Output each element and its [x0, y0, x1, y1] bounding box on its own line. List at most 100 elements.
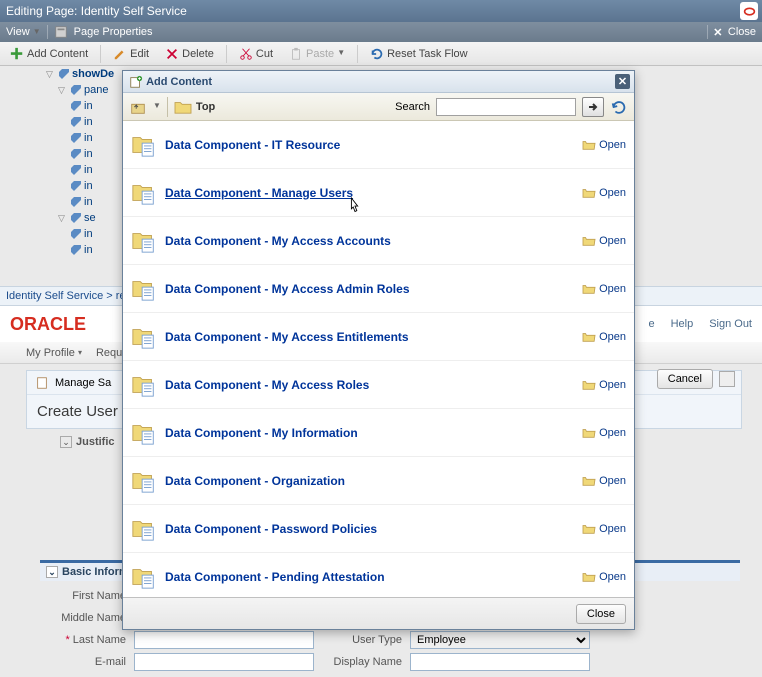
panel-tab[interactable]: Manage Sa: [55, 377, 111, 389]
tag-icon: [70, 196, 82, 208]
component-row[interactable]: Data Component - Manage Users Open: [123, 169, 634, 217]
search-input[interactable]: [436, 98, 576, 116]
pencil-icon: [113, 47, 127, 61]
search-go-button[interactable]: [582, 97, 604, 117]
tree-node[interactable]: in: [46, 226, 128, 242]
scroll-up-icon[interactable]: [719, 371, 735, 387]
component-row[interactable]: Data Component - My Access Admin Roles Op…: [123, 265, 634, 313]
plus-icon: [10, 47, 24, 61]
reset-task-flow-button[interactable]: Reset Task Flow: [364, 45, 474, 63]
folder-icon: [174, 99, 192, 115]
dialog-close-button[interactable]: ✕: [615, 74, 630, 89]
tag-icon: [70, 84, 82, 96]
dialog-footer: Close: [123, 597, 634, 629]
display-name-label: Display Name: [322, 656, 402, 668]
component-row[interactable]: Data Component - My Access Entitlements O…: [123, 313, 634, 361]
header-link[interactable]: e: [648, 318, 654, 330]
folder-open-icon: [582, 139, 596, 151]
dialog-close-footer-button[interactable]: Close: [576, 604, 626, 624]
folder-open-icon: [582, 427, 596, 439]
open-link[interactable]: Open: [582, 139, 626, 151]
email-label: E-mail: [46, 656, 126, 668]
tree-node-root[interactable]: ▽showDe: [46, 66, 128, 82]
folder-document-icon: [131, 228, 157, 254]
open-link[interactable]: Open: [582, 235, 626, 247]
component-name[interactable]: Data Component - My Access Admin Roles: [165, 282, 410, 296]
component-row[interactable]: Data Component - Password Policies Open: [123, 505, 634, 553]
user-type-select[interactable]: Employee: [410, 631, 590, 649]
close-icon: ✕: [712, 26, 724, 38]
history-dropdown[interactable]: ▼: [153, 101, 161, 110]
help-link[interactable]: Help: [671, 318, 694, 330]
edit-button[interactable]: Edit: [107, 45, 155, 63]
cancel-button[interactable]: Cancel: [657, 369, 713, 389]
open-link[interactable]: Open: [582, 427, 626, 439]
open-link[interactable]: Open: [582, 187, 626, 199]
component-row[interactable]: Data Component - My Access Roles Open: [123, 361, 634, 409]
delete-button[interactable]: Delete: [159, 45, 220, 63]
dialog-toolbar: ▼ Top Search: [123, 93, 634, 121]
email-field[interactable]: [134, 653, 314, 671]
close-editor-button[interactable]: Close: [728, 26, 756, 38]
tree-node[interactable]: ▽se: [46, 210, 128, 226]
component-name[interactable]: Data Component - My Access Entitlements: [165, 330, 409, 344]
component-row[interactable]: Data Component - My Information Open: [123, 409, 634, 457]
tree-node[interactable]: in: [46, 98, 128, 114]
component-name[interactable]: Data Component - Password Policies: [165, 522, 377, 536]
open-link[interactable]: Open: [582, 379, 626, 391]
my-profile-menu[interactable]: My Profile ▾: [26, 347, 82, 359]
open-link[interactable]: Open: [582, 283, 626, 295]
tag-icon: [70, 212, 82, 224]
tree-node[interactable]: in: [46, 130, 128, 146]
delete-icon: [165, 47, 179, 61]
open-link[interactable]: Open: [582, 475, 626, 487]
justification-collapse[interactable]: ⌄ Justific: [60, 436, 115, 448]
paste-button[interactable]: Paste ▼: [283, 45, 351, 63]
component-list[interactable]: Data Component - IT ResourceOpenData Com…: [123, 121, 634, 597]
tree-node[interactable]: ▽pane: [46, 82, 128, 98]
tag-icon: [70, 132, 82, 144]
component-name[interactable]: Data Component - Pending Attestation: [165, 570, 385, 584]
component-row[interactable]: Data Component - Organization Open: [123, 457, 634, 505]
add-content-button[interactable]: Add Content: [4, 45, 94, 63]
tree-node[interactable]: in: [46, 162, 128, 178]
tag-icon: [58, 68, 70, 80]
component-name[interactable]: Data Component - My Information: [165, 426, 358, 440]
tree-node[interactable]: in: [46, 194, 128, 210]
component-name[interactable]: Data Component - My Access Accounts: [165, 234, 391, 248]
last-name-field[interactable]: [134, 631, 314, 649]
component-name[interactable]: Data Component - Manage Users: [165, 186, 353, 200]
component-name[interactable]: Data Component - My Access Roles: [165, 378, 369, 392]
tree-node[interactable]: in: [46, 242, 128, 258]
clipboard-icon: [289, 47, 303, 61]
up-folder-icon[interactable]: [129, 98, 147, 116]
folder-document-icon: [131, 132, 157, 158]
tag-icon: [70, 116, 82, 128]
open-link[interactable]: Open: [582, 571, 626, 583]
component-row[interactable]: Data Component - My Access Accounts Open: [123, 217, 634, 265]
component-name[interactable]: Data Component - IT Resource: [165, 138, 340, 152]
sign-out-link[interactable]: Sign Out: [709, 318, 752, 330]
component-name[interactable]: Data Component - Organization: [165, 474, 345, 488]
display-name-field[interactable]: [410, 653, 590, 671]
folder-open-icon: [582, 475, 596, 487]
dialog-title-bar: Add Content ✕: [123, 71, 634, 93]
folder-open-icon: [582, 331, 596, 343]
folder-document-icon: [131, 276, 157, 302]
tree-node[interactable]: in: [46, 146, 128, 162]
tree-node[interactable]: in: [46, 178, 128, 194]
component-row[interactable]: Data Component - Pending Attestation Open: [123, 553, 634, 597]
open-link[interactable]: Open: [582, 331, 626, 343]
cut-button[interactable]: Cut: [233, 45, 279, 63]
refresh-icon[interactable]: [610, 98, 628, 116]
open-link[interactable]: Open: [582, 523, 626, 535]
breadcrumb-top[interactable]: Top: [174, 99, 215, 115]
folder-open-icon: [582, 523, 596, 535]
breadcrumb-link[interactable]: Identity Self Service: [6, 290, 103, 302]
requests-menu[interactable]: Requ: [96, 347, 122, 359]
component-row[interactable]: Data Component - IT Resource Open: [123, 121, 634, 169]
view-bar: View ▼ Page Properties ✕ Close: [0, 22, 762, 42]
tree-node[interactable]: in: [46, 114, 128, 130]
page-properties-button[interactable]: Page Properties: [74, 26, 153, 38]
view-menu[interactable]: View ▼: [6, 26, 41, 38]
